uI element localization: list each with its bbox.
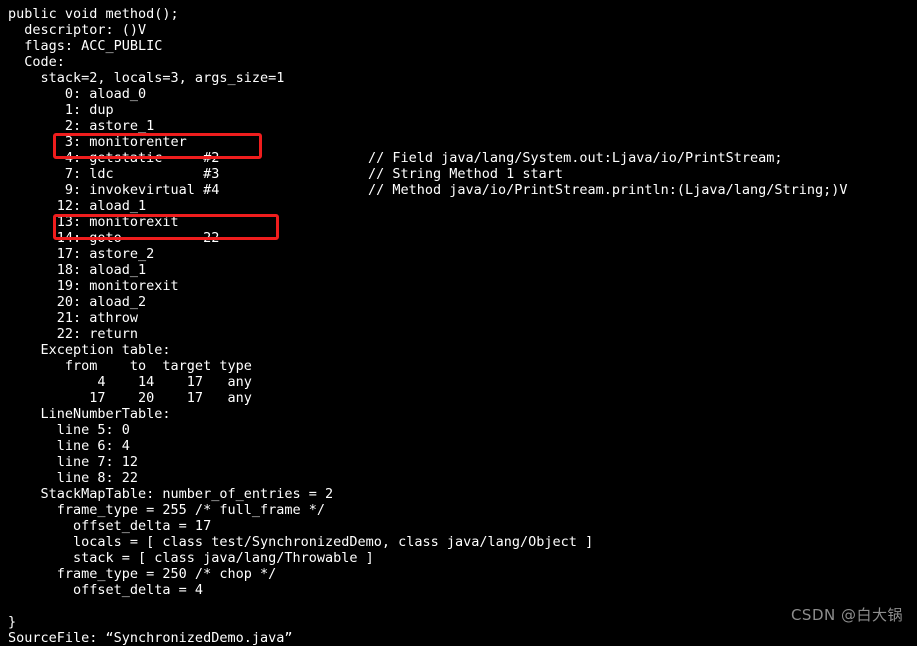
code-line: 3: monitorenter (8, 134, 187, 150)
code-comment: // String Method 1 start (368, 166, 564, 182)
code-line: Exception table: (8, 342, 171, 358)
code-line: 22: return (8, 326, 139, 342)
code-line: 18: aload_1 (8, 262, 147, 278)
code-line: SourceFile: “SynchronizedDemo.java” (8, 630, 293, 646)
code-line: line 6: 4 (8, 438, 130, 454)
code-line: 21: athrow (8, 310, 139, 326)
code-line: flags: ACC_PUBLIC (8, 38, 163, 54)
code-line: locals = [ class test/SynchronizedDemo, … (8, 534, 594, 550)
javap-output-code: public void method(); descriptor: ()V fl… (0, 0, 917, 646)
code-line: } (8, 614, 17, 630)
code-line: 13: monitorexit (8, 214, 179, 230)
code-line: 2: astore_1 (8, 118, 155, 134)
code-comment: // Field java/lang/System.out:Ljava/io/P… (368, 150, 783, 166)
code-line: StackMapTable: number_of_entries = 2 (8, 486, 334, 502)
code-line: Code: (8, 54, 65, 70)
code-line: 12: aload_1 (8, 198, 147, 214)
code-line: line 8: 22 (8, 470, 139, 486)
code-line: line 7: 12 (8, 454, 139, 470)
code-line: frame_type = 255 /* full_frame */ (8, 502, 325, 518)
code-line: 17: astore_2 (8, 246, 155, 262)
code-line: line 5: 0 (8, 422, 130, 438)
terminal-window: public void method(); descriptor: ()V fl… (0, 0, 917, 646)
code-line: 17 20 17 any (8, 390, 252, 406)
code-line: stack=2, locals=3, args_size=1 (8, 70, 285, 86)
code-line: frame_type = 250 /* chop */ (8, 566, 277, 582)
code-line: 20: aload_2 (8, 294, 147, 310)
code-comment: // Method java/io/PrintStream.println:(L… (368, 182, 848, 198)
code-line: descriptor: ()V (8, 22, 147, 38)
code-line: 14: goto 22 (8, 230, 220, 246)
code-line: offset_delta = 17 (8, 518, 212, 534)
code-line: 0: aload_0 (8, 86, 147, 102)
code-line: from to target type (8, 358, 252, 374)
code-line: offset_delta = 4 (8, 582, 204, 598)
code-line: LineNumberTable: (8, 406, 171, 422)
csdn-watermark: CSDN @白大锅 (790, 606, 903, 624)
code-line: 4 14 17 any (8, 374, 252, 390)
code-line: public void method(); (8, 6, 179, 22)
code-line: stack = [ class java/lang/Throwable ] (8, 550, 374, 566)
code-line: 19: monitorexit (8, 278, 179, 294)
code-line: 1: dup (8, 102, 114, 118)
